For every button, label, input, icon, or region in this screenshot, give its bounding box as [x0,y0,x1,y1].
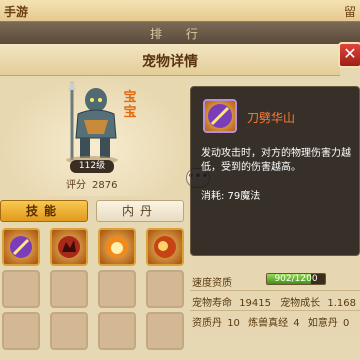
close-button[interactable]: ✕ [338,42,360,68]
speed-stat: 速度资质 [192,274,232,289]
item-stat: 资质丹 10 炼兽真经 4 如意丹 0 [192,314,349,329]
ruyi-value: 0 [343,318,350,329]
skill-slot-11[interactable] [98,312,136,350]
divider [190,310,360,311]
tooltip-cost: 消耗: 79魔法 [201,191,261,202]
skill-slot-9[interactable] [2,312,40,350]
skill-slot-6[interactable] [50,270,88,308]
tooltip-skill-icon [203,99,237,133]
panel-header: 宠物详情 [0,44,340,76]
pet-level-badge: 112级 [70,160,114,173]
life-stat: 宠物寿命 19415 宠物成长 1.168 [192,294,356,309]
pill-value: 10 [227,318,240,329]
divider [190,290,360,291]
beast-value: 4 [293,318,300,329]
tooltip-description: 发动攻击时，对方的物理伤害力越低，受到的伤害越高。 [201,148,351,173]
pet-tag: 宝宝 [123,90,137,120]
growth-label: 宠物成长 [280,298,321,309]
lightning-blade-icon [10,236,32,258]
life-label: 宠物寿命 [192,298,232,309]
speed-label: 速度资质 [192,278,232,289]
app-title: 手游 [4,5,29,19]
skill-slot-2[interactable] [50,228,88,266]
wolf-howl-icon [58,236,80,258]
growth-value: 1.168 [327,298,357,309]
skill-slot-12[interactable] [146,312,184,350]
lightning-blade-icon [208,104,232,128]
speed-value: 902/1200 [274,274,318,284]
score-label: 评分 [66,180,86,191]
ruyi-label: 如意丹 [307,318,338,329]
tab-skill[interactable]: 技能 [0,200,88,222]
pill-label: 资质丹 [192,318,222,329]
life-value: 19415 [239,298,271,309]
close-icon: ✕ [343,44,357,63]
skill-slot-8[interactable] [146,270,184,308]
score-value: 2876 [92,180,118,191]
skill-tooltip: 刀劈华山 发动攻击时，对方的物理伤害力越低，受到的伤害越高。 消耗: 79魔法 [190,86,360,256]
rank-bar: 排 行 [0,22,360,44]
pet-portrait [66,80,118,164]
spark-orb-icon [154,236,176,258]
top-right-label[interactable]: 留 [344,3,356,20]
fire-fist-icon [106,236,128,258]
speed-bar: 902/1200 [266,273,326,285]
rank-title: 排 行 [150,27,208,41]
pet-score: 评分 2876 [66,176,117,191]
tooltip-skill-name: 刀劈华山 [247,111,296,125]
skill-slot-3[interactable] [98,228,136,266]
skill-slot-5[interactable] [2,270,40,308]
skill-slot-1[interactable] [2,228,40,266]
beast-label: 炼兽真经 [248,318,289,329]
skill-slot-4[interactable] [146,228,184,266]
skill-slot-10[interactable] [50,312,88,350]
top-bar: 手游 留 [0,0,360,22]
skill-slot-7[interactable] [98,270,136,308]
tab-neidan[interactable]: 内丹 [96,200,184,222]
panel-title: 宠物详情 [142,54,198,70]
